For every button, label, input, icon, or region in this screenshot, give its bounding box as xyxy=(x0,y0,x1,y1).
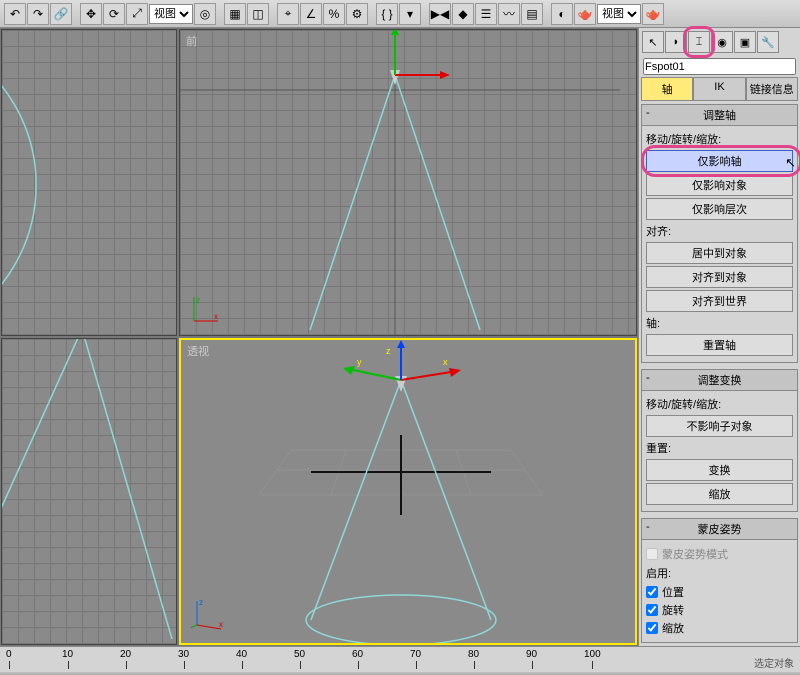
align-button[interactable]: ◆ xyxy=(452,3,474,25)
position-checkbox[interactable]: 位置 xyxy=(646,584,793,600)
svg-text:z: z xyxy=(386,346,391,356)
utility-tab[interactable]: 🔧 xyxy=(757,31,779,53)
main-toolbar: ↶ ↷ 🔗 ✥ ⟳ ⤢ 视图 ◎ ▦ ◫ ⌖ ∠ % ⚙ { } ▾ ▶◀ ◆ … xyxy=(0,0,800,28)
render-setup-button[interactable]: 🫖 xyxy=(574,3,596,25)
scale-checkbox[interactable]: 缩放 xyxy=(646,620,793,636)
undo-button[interactable]: ↶ xyxy=(4,3,26,25)
move-tool[interactable]: ✥ xyxy=(80,3,102,25)
center-to-object-button[interactable]: 居中到对象 xyxy=(646,242,793,264)
selection-lock[interactable]: ▾ xyxy=(399,3,421,25)
hierarchy-subtabs: 轴 IK 链接信息 xyxy=(641,77,798,101)
coordsys-select[interactable]: 视图 xyxy=(149,4,193,24)
skin-pose-mode-checkbox[interactable]: 蒙皮姿势模式 xyxy=(646,546,793,562)
window-crossing-button[interactable]: ◫ xyxy=(247,3,269,25)
snap-toggle[interactable]: ⌖ xyxy=(277,3,299,25)
object-name-input[interactable] xyxy=(643,58,796,75)
mirror-button[interactable]: ▶◀ xyxy=(429,3,451,25)
material-editor-button[interactable]: ◐ xyxy=(551,3,573,25)
reset-scale-button[interactable]: 缩放 xyxy=(646,483,793,505)
adjust-pivot-rollout: -调整轴 移动/旋转/缩放: 仅影响轴 ↖ 仅影响对象 仅影响层次 对齐: 居中… xyxy=(641,104,798,363)
svg-text:z: z xyxy=(199,598,203,607)
viewport-bottom-left[interactable] xyxy=(1,338,177,645)
group-label: 对齐: xyxy=(646,222,793,240)
reset-transform-button[interactable]: 变换 xyxy=(646,459,793,481)
scale-tool[interactable]: ⤢ xyxy=(126,3,148,25)
viewport-geometry xyxy=(2,30,176,335)
svg-text:x: x xyxy=(214,312,218,321)
pivot-subtab[interactable]: 轴 xyxy=(641,77,693,101)
rollout-header[interactable]: -调整轴 xyxy=(642,105,797,126)
command-panel: ↖ ◗ ⌶ ◉ ▣ 🔧 轴 IK 链接信息 -调整轴 移动/旋转/缩放: 仅影响… xyxy=(638,28,800,646)
selection-filter-button[interactable]: ▦ xyxy=(224,3,246,25)
cursor-icon: ↖ xyxy=(785,155,796,171)
svg-text:x: x xyxy=(219,620,223,629)
viewport-perspective[interactable]: 透视 xyxy=(179,338,637,645)
render-button[interactable]: 🫖 xyxy=(642,3,664,25)
curve-editor-button[interactable]: 〰 xyxy=(498,3,520,25)
viewport-front[interactable]: 前 x z xyxy=(179,29,637,336)
align-to-world-button[interactable]: 对齐到世界 xyxy=(646,290,793,312)
svg-text:z: z xyxy=(196,296,200,305)
viewport-geometry: z y x xyxy=(181,340,635,643)
reset-pivot-button[interactable]: 重置轴 xyxy=(646,334,793,356)
viewport-geometry xyxy=(180,30,636,335)
ik-subtab[interactable]: IK xyxy=(693,77,745,101)
redo-button[interactable]: ↷ xyxy=(27,3,49,25)
affect-object-only-button[interactable]: 仅影响对象 xyxy=(646,174,793,196)
centerpivot-button[interactable]: ◎ xyxy=(194,3,216,25)
rollout-header[interactable]: -调整变换 xyxy=(642,370,797,391)
main-area: 前 x z 透视 xyxy=(0,28,800,646)
group-label: 重置: xyxy=(646,439,793,457)
linkinfo-subtab[interactable]: 链接信息 xyxy=(746,77,798,101)
svg-text:y: y xyxy=(357,357,362,367)
axis-indicator-icon: x z xyxy=(190,295,220,325)
viewport-top-left[interactable] xyxy=(1,29,177,336)
spinner-snap[interactable]: ⚙ xyxy=(346,3,368,25)
named-selections[interactable]: { } xyxy=(376,3,398,25)
axis-indicator-icon: x z xyxy=(191,597,227,633)
modify-tab[interactable]: ◗ xyxy=(665,31,687,53)
group-label: 启用: xyxy=(646,564,793,582)
status-text: 选定对象 xyxy=(754,655,794,670)
hierarchy-tab[interactable]: ⌶ xyxy=(688,31,710,53)
time-ruler[interactable]: 0 10 20 30 40 50 60 70 80 90 100 选定对象 xyxy=(0,646,800,672)
group-label: 轴: xyxy=(646,314,793,332)
group-label: 移动/旋转/缩放: xyxy=(646,395,793,413)
motion-tab[interactable]: ◉ xyxy=(711,31,733,53)
viewport-grid: 前 x z 透视 xyxy=(0,28,638,646)
adjust-transform-rollout: -调整变换 移动/旋转/缩放: 不影响子对象 重置: 变换 缩放 xyxy=(641,369,798,512)
affect-pivot-only-button[interactable]: 仅影响轴 ↖ xyxy=(646,150,793,172)
group-label: 移动/旋转/缩放: xyxy=(646,130,793,148)
no-affect-children-button[interactable]: 不影响子对象 xyxy=(646,415,793,437)
viewport-label: 前 xyxy=(186,33,197,49)
rotate-tool[interactable]: ⟳ xyxy=(103,3,125,25)
align-to-object-button[interactable]: 对齐到对象 xyxy=(646,266,793,288)
layer-button[interactable]: ☰ xyxy=(475,3,497,25)
rollout-header[interactable]: -蒙皮姿势 xyxy=(642,519,797,540)
viewport-geometry xyxy=(2,339,176,644)
affect-hierarchy-only-button[interactable]: 仅影响层次 xyxy=(646,198,793,220)
status-bar xyxy=(0,672,800,674)
display-tab[interactable]: ▣ xyxy=(734,31,756,53)
schematic-button[interactable]: ▤ xyxy=(521,3,543,25)
viewport-label: 透视 xyxy=(187,343,209,359)
create-tab[interactable]: ↖ xyxy=(642,31,664,53)
link-button[interactable]: 🔗 xyxy=(50,3,72,25)
render-preset-select[interactable]: 视图 xyxy=(597,4,641,24)
rotation-checkbox[interactable]: 旋转 xyxy=(646,602,793,618)
svg-text:x: x xyxy=(443,357,448,367)
command-panel-tabs: ↖ ◗ ⌶ ◉ ▣ 🔧 xyxy=(639,28,800,56)
angle-snap[interactable]: ∠ xyxy=(300,3,322,25)
percent-snap[interactable]: % xyxy=(323,3,345,25)
skin-pose-rollout: -蒙皮姿势 蒙皮姿势模式 启用: 位置 旋转 缩放 xyxy=(641,518,798,643)
